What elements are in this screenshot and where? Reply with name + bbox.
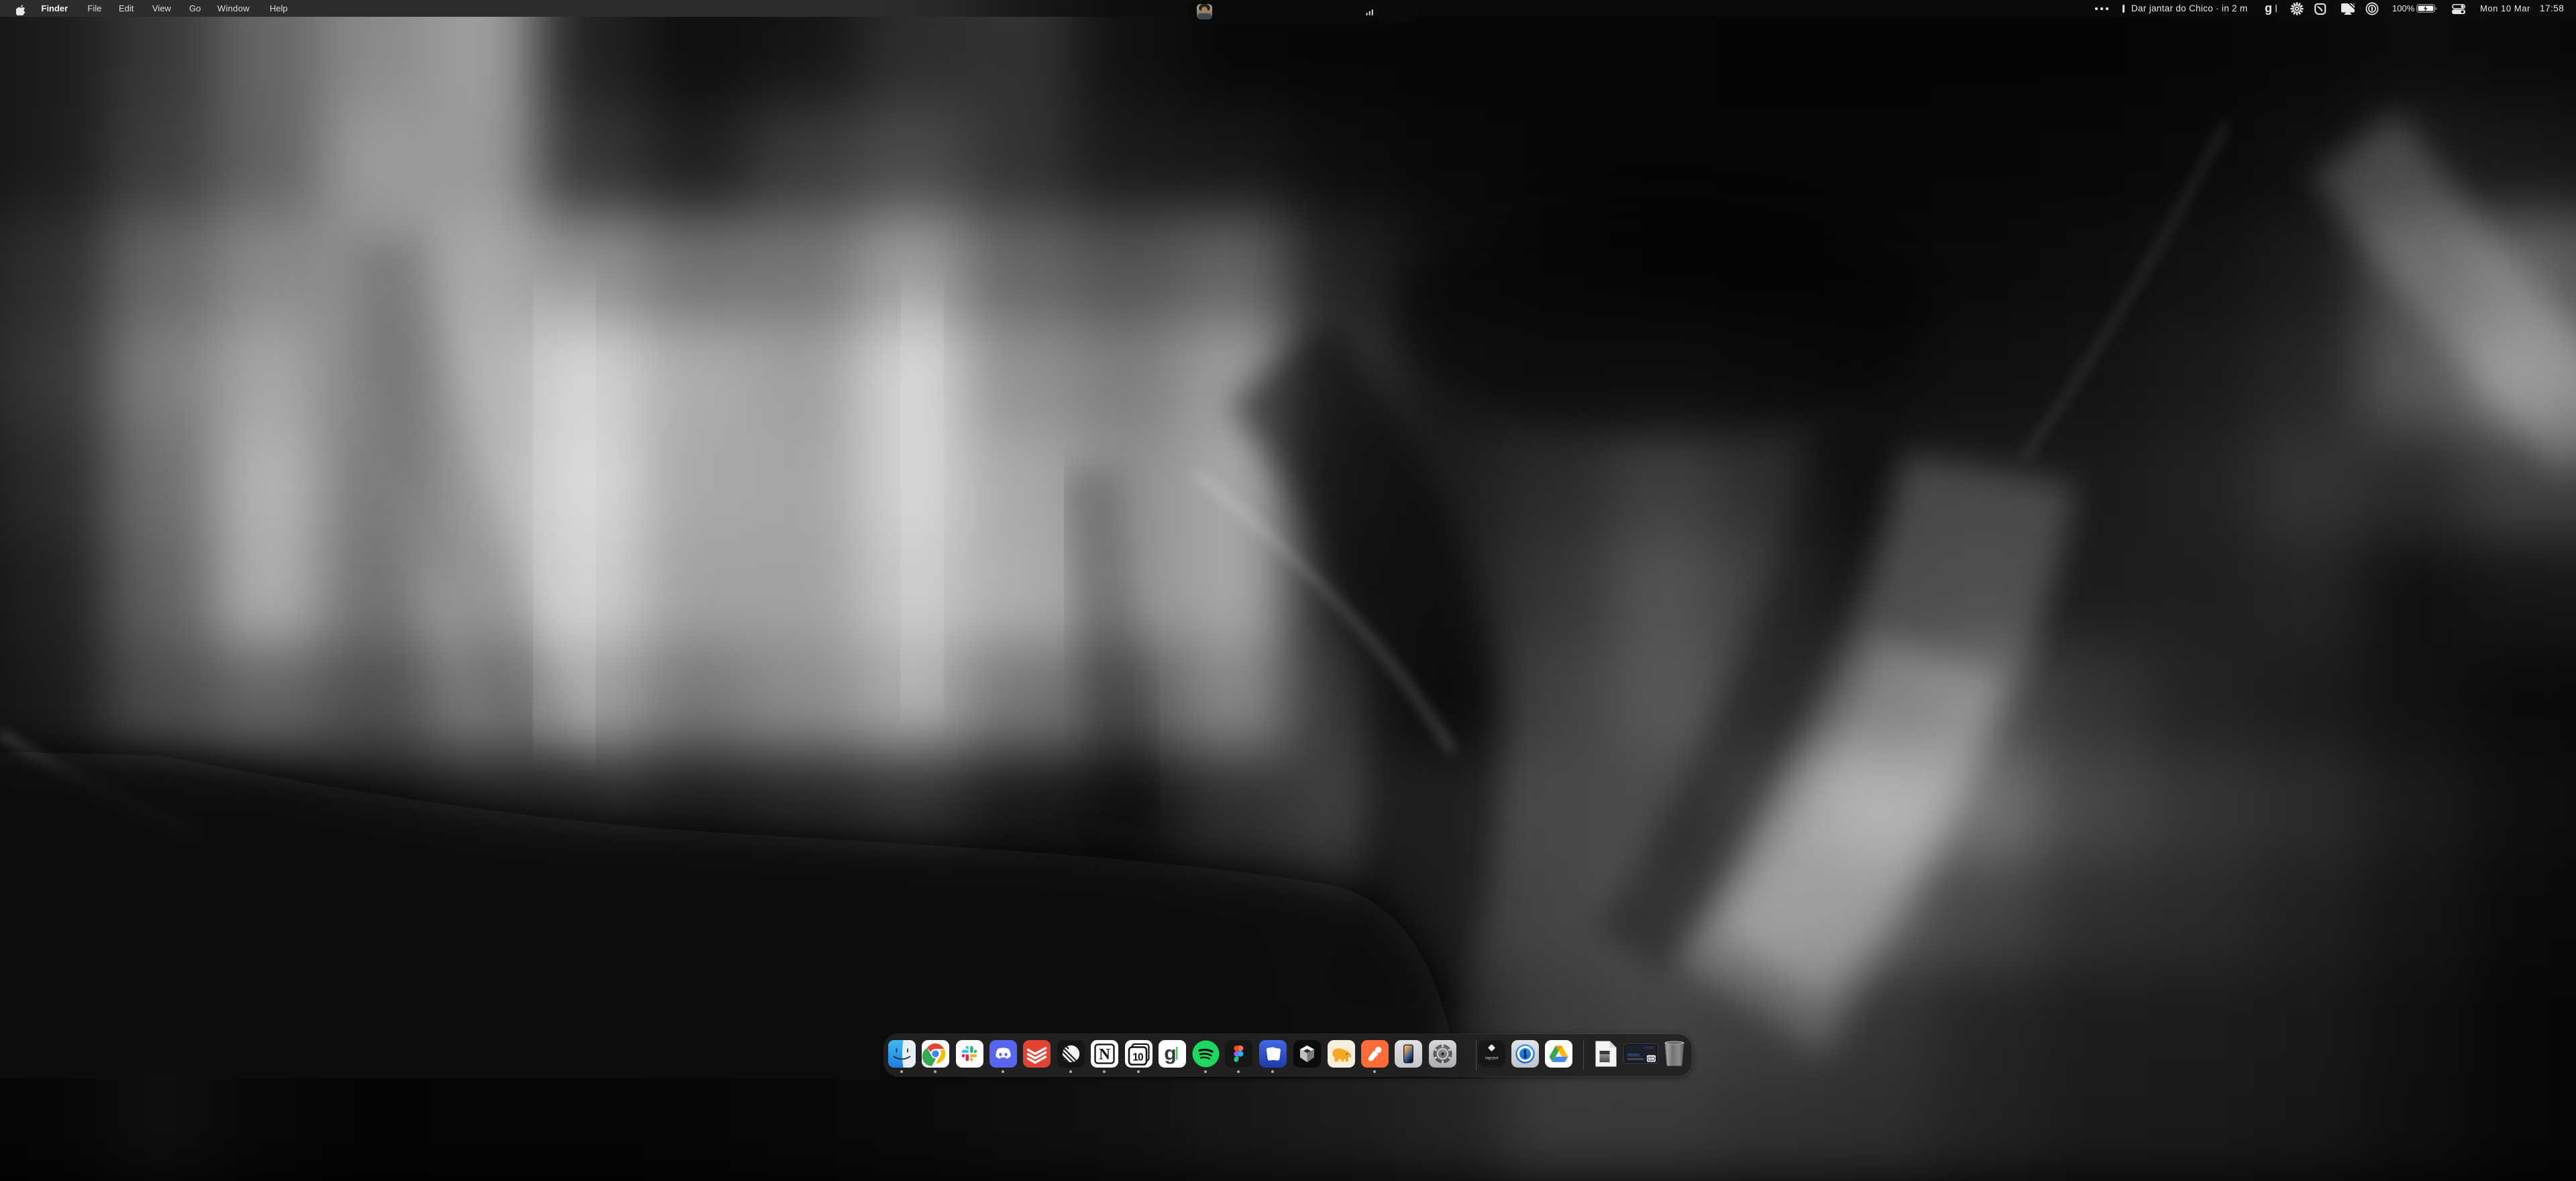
svg-text:raycast: raycast: [1485, 1056, 1498, 1060]
svg-text:11: 11: [1650, 1058, 1653, 1062]
svg-text:g: g: [1164, 1042, 1176, 1064]
svg-text:N: N: [1099, 1045, 1110, 1062]
svg-text:10: 10: [1132, 1051, 1143, 1063]
